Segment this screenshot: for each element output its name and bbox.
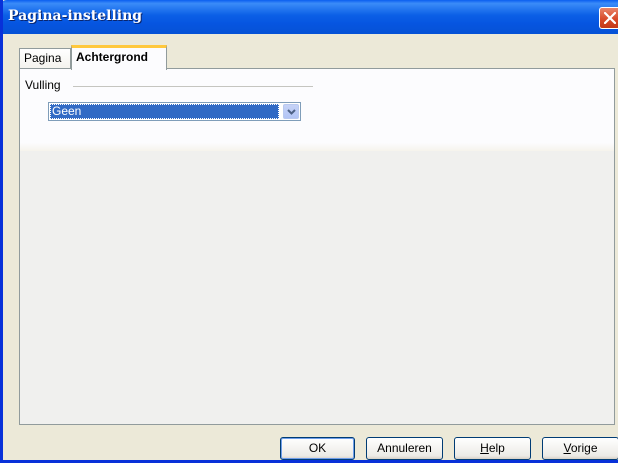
dialog-window: Pagina-instelling Pagina Achtergrond Vul… [0, 0, 618, 463]
tab-pagina[interactable]: Pagina [19, 48, 71, 68]
back-button[interactable]: Vorige [542, 437, 618, 460]
tab-panel [19, 68, 615, 425]
chevron-down-icon [287, 109, 296, 115]
fill-select[interactable]: Geen [48, 102, 301, 121]
group-divider [73, 86, 313, 87]
cancel-button[interactable]: Annuleren [366, 437, 443, 460]
help-mnemonic: H [480, 441, 489, 455]
close-icon [604, 12, 616, 24]
window-title: Pagina-instelling [8, 8, 143, 24]
help-label-rest: elp [488, 441, 505, 455]
help-button[interactable]: Help [454, 437, 531, 460]
fill-group-label: Vulling [25, 78, 61, 92]
tab-achtergrond[interactable]: Achtergrond [71, 45, 167, 70]
select-arrow-button[interactable] [283, 104, 299, 119]
back-label-rest: orige [570, 441, 598, 455]
close-button[interactable] [599, 7, 618, 29]
fill-select-value: Geen [50, 104, 279, 119]
ok-button[interactable]: OK [280, 437, 355, 460]
back-mnemonic: V [563, 441, 571, 455]
title-bar[interactable]: Pagina-instelling [3, 0, 618, 34]
